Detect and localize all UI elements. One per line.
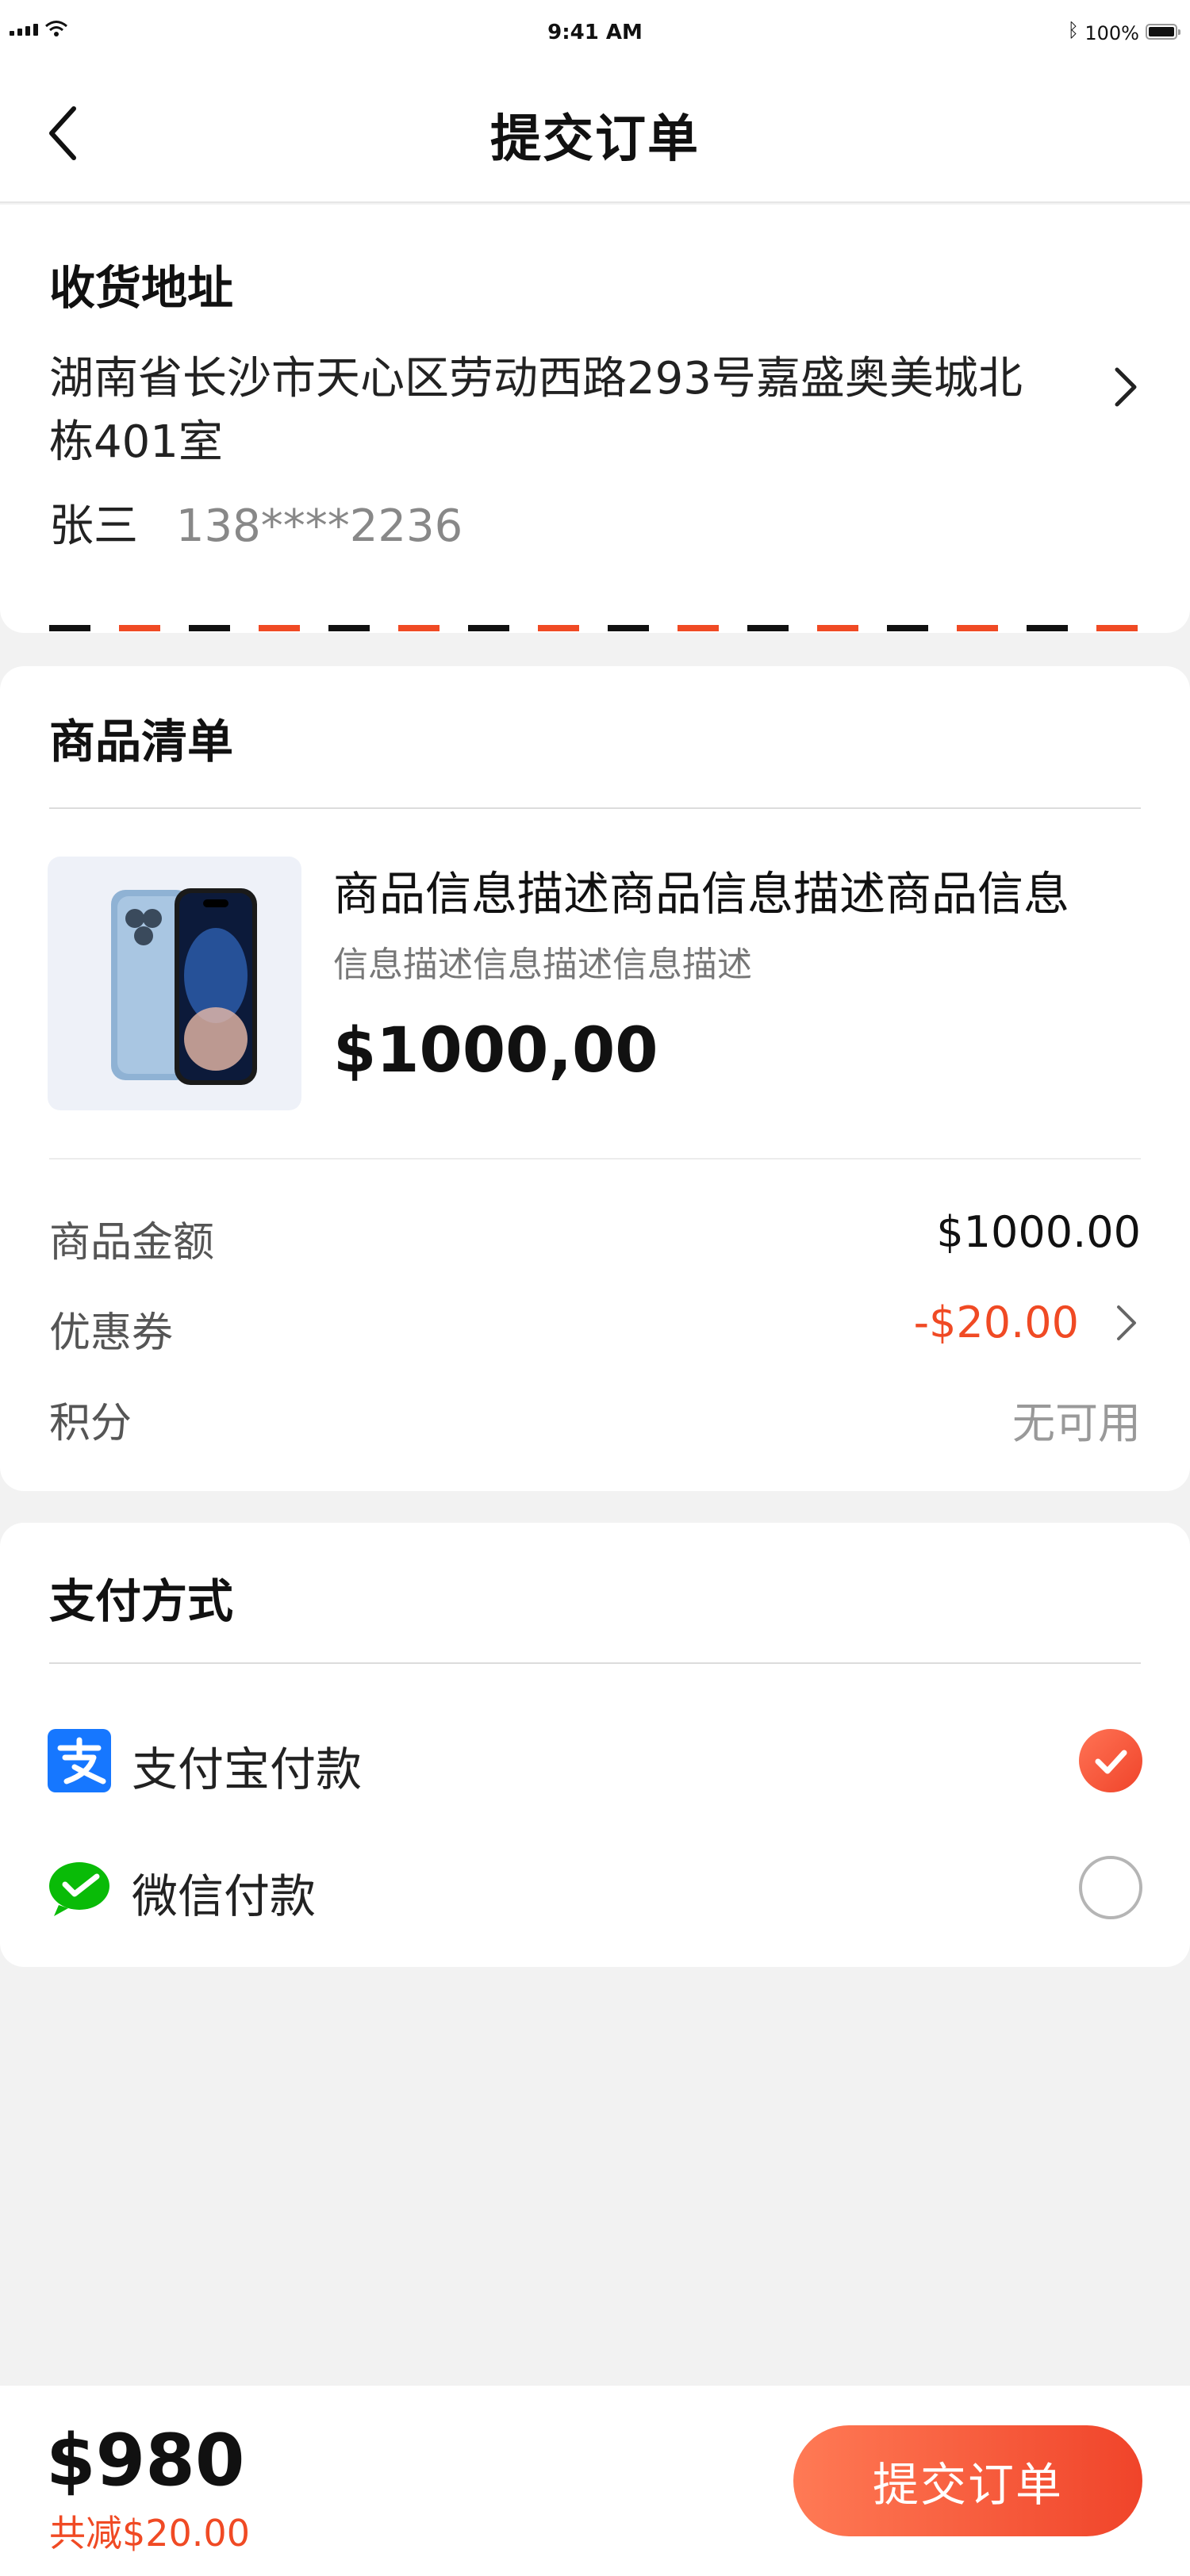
payment-section-title: 支付方式 (49, 1574, 234, 1628)
payment-method-card: 支付方式 支付宝付款 微信付款 (0, 1523, 1190, 1967)
recipient-name: 张三 (49, 500, 138, 552)
radio-unchecked[interactable] (1079, 1856, 1142, 1919)
phone-product-icon (111, 888, 257, 1085)
checkout-bar: $980 共减$20.00 提交订单 (0, 2386, 1190, 2576)
radio-checked[interactable] (1079, 1729, 1142, 1792)
coupon-label: 优惠券 (49, 1309, 174, 1357)
product-price: $1000,00 (333, 1015, 658, 1087)
points-value: 无可用 (1012, 1398, 1141, 1448)
product-name: 商品信息描述商品信息描述商品信息 (333, 867, 1070, 921)
status-time: 9:41 AM (547, 21, 643, 44)
product-image[interactable] (48, 857, 301, 1110)
coupon-chevron-right-icon[interactable] (1111, 1301, 1142, 1345)
total-discount: 共减$20.00 (49, 2512, 250, 2555)
check-icon (1095, 1750, 1127, 1774)
shipping-address-card[interactable]: 收货地址 湖南省长沙市天心区劳动西路293号嘉盛奥美城北栋401室 张三 138… (0, 205, 1190, 633)
points-label: 积分 (49, 1400, 132, 1447)
product-description: 信息描述信息描述信息描述 (333, 945, 752, 985)
submit-order-button[interactable]: 提交订单 (793, 2425, 1142, 2536)
payment-option-alipay[interactable]: 支付宝付款 (0, 1713, 1190, 1800)
goods-list-card: 商品清单 商品信息描述商品信息描述商品信息 信息描述信息描述信息描述 $1000… (0, 666, 1190, 1491)
address-line: 湖南省长沙市天心区劳动西路293号嘉盛奥美城北栋401室 (49, 353, 1023, 468)
divider (49, 807, 1141, 809)
subtotal-label: 商品金额 (49, 1219, 215, 1267)
battery-icon (1146, 24, 1180, 40)
goods-section-title: 商品清单 (49, 715, 234, 769)
payment-option-label: 支付宝付款 (132, 1742, 363, 1796)
address-section-title: 收货地址 (49, 261, 234, 315)
wechat-pay-icon (49, 1862, 109, 1916)
envelope-stripe-divider (49, 625, 1141, 631)
divider (49, 1662, 1141, 1664)
subtotal-value: $1000.00 (936, 1207, 1141, 1257)
recipient-phone: 138****2236 (175, 500, 463, 552)
navigation-bar: 提交订单 (0, 67, 1190, 203)
battery-percentage: 100% (1084, 22, 1139, 44)
alipay-icon (48, 1729, 111, 1792)
total-price: $980 (46, 2419, 245, 2502)
chevron-right-icon[interactable] (1106, 363, 1146, 411)
status-bar: 9:41 AM ᛒ 100% (0, 0, 1190, 67)
coupon-value[interactable]: -$20.00 (914, 1298, 1079, 1347)
payment-option-wechat[interactable]: 微信付款 (0, 1840, 1190, 1927)
page-title: 提交订单 (490, 110, 700, 169)
divider (49, 1158, 1141, 1160)
bluetooth-icon: ᛒ (1067, 19, 1079, 41)
payment-option-label: 微信付款 (132, 1869, 317, 1923)
recipient-info: 张三 138****2236 (49, 490, 463, 554)
